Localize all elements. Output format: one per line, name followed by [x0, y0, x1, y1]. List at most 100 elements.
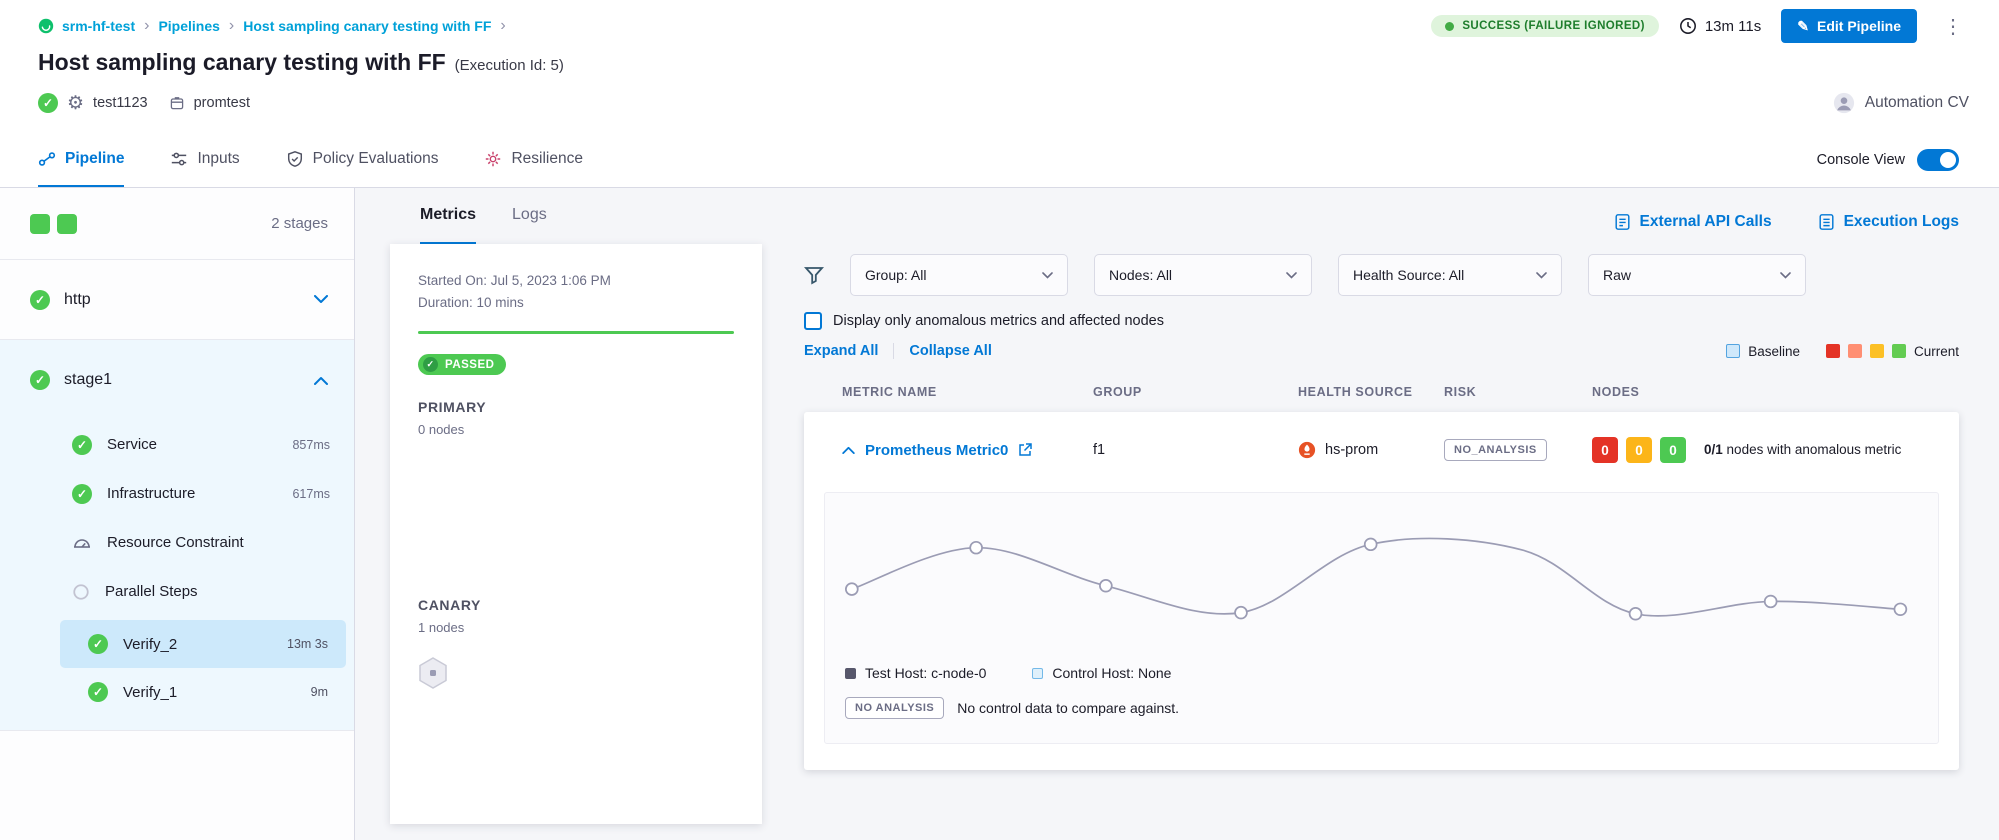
stage-status-square [57, 214, 77, 234]
anomalous-checkbox-label[interactable]: Display only anomalous metrics and affec… [833, 313, 1164, 329]
service-name[interactable]: test1123 [93, 95, 148, 111]
resilience-icon [484, 150, 502, 168]
step-service[interactable]: Service 857ms [0, 420, 354, 469]
step-verify-1[interactable]: Verify_1 9m [60, 668, 346, 716]
group-filter-dropdown[interactable]: Group: All [850, 254, 1068, 296]
triggered-by-user: Automation CV [1833, 92, 1969, 114]
edit-pipeline-button[interactable]: Edit Pipeline [1781, 9, 1917, 43]
metrics-table-header: METRIC NAME GROUP HEALTH SOURCE RISK NOD… [804, 385, 1959, 399]
user-name: Automation CV [1865, 94, 1969, 112]
stage-http[interactable]: http [0, 260, 354, 340]
canary-label: CANARY [418, 597, 734, 613]
collapse-all-link[interactable]: Collapse All [909, 343, 991, 359]
console-view-toggle[interactable] [1917, 149, 1959, 171]
stages-summary: 2 stages [0, 188, 354, 260]
current-green-swatch [1892, 344, 1906, 358]
step-parallel-steps[interactable]: Parallel Steps [0, 567, 354, 616]
body: 2 stages http stage1 [0, 188, 1999, 840]
more-options-icon[interactable] [1937, 14, 1969, 39]
primary-label: PRIMARY [418, 399, 734, 415]
nodes-filter-dropdown[interactable]: Nodes: All [1094, 254, 1312, 296]
success-check-icon [72, 484, 92, 504]
divider [893, 343, 894, 359]
step-duration: 9m [311, 685, 328, 699]
chevron-down-icon [1536, 272, 1547, 279]
metric-name-link[interactable]: Prometheus Metric0 [865, 442, 1008, 459]
page-title: Host sampling canary testing with FF [38, 49, 446, 76]
breadcrumb-separator [144, 17, 149, 35]
metric-row[interactable]: Prometheus Metric0 f1 hs-prom NO_ANALYSI… [804, 412, 1959, 488]
clock-icon [1679, 17, 1697, 35]
step-resource-constraint[interactable]: Resource Constraint [0, 518, 354, 567]
execution-summary-card: Started On: Jul 5, 2023 1:06 PM Duration… [390, 244, 762, 824]
col-risk: RISK [1444, 385, 1592, 399]
breadcrumb-pipeline-name[interactable]: Host sampling canary testing with FF [243, 18, 491, 34]
anomalous-checkbox[interactable] [804, 312, 822, 330]
step-verify-2[interactable]: Verify_2 13m 3s [60, 620, 346, 668]
health-check-icon [38, 93, 58, 113]
entity-tags-row: test1123 promtest Automation CV [38, 90, 1969, 116]
canary-node-count: 1 nodes [418, 620, 734, 635]
execution-id: (Execution Id: 5) [455, 57, 564, 74]
api-doc-icon [1614, 213, 1631, 231]
environment-icon [169, 95, 185, 111]
prometheus-icon [1298, 441, 1316, 459]
srm-module-icon [38, 18, 54, 34]
execution-logs-link[interactable]: Execution Logs [1818, 213, 1959, 231]
status-dot-icon [1445, 22, 1454, 31]
control-host-legend: Control Host: None [1032, 665, 1171, 681]
console-view-control: Console View [1817, 132, 1959, 187]
success-check-icon [88, 682, 108, 702]
metrics-content: External API Calls Execution Logs Group:… [762, 188, 1999, 840]
stage-count: 2 stages [271, 215, 328, 232]
step-infrastructure[interactable]: Infrastructure 617ms [0, 469, 354, 518]
external-link-icon[interactable] [1018, 443, 1032, 457]
node-count-green: 0 [1660, 437, 1686, 463]
node-count-red: 0 [1592, 437, 1618, 463]
header-actions: SUCCESS (FAILURE IGNORED) 13m 11s Edit P… [1431, 9, 1969, 43]
tab-logs[interactable]: Logs [512, 188, 547, 244]
canary-node-hexagon[interactable] [418, 657, 734, 694]
data-mode-dropdown[interactable]: Raw [1588, 254, 1806, 296]
current-yellow-swatch [1870, 344, 1884, 358]
external-api-calls-link[interactable]: External API Calls [1614, 213, 1772, 231]
filter-funnel-icon[interactable] [804, 265, 824, 285]
breadcrumb-pipelines[interactable]: Pipelines [158, 18, 219, 34]
metric-card: Prometheus Metric0 f1 hs-prom NO_ANALYSI… [804, 412, 1959, 770]
step-duration: 857ms [292, 438, 330, 452]
expand-all-link[interactable]: Expand All [804, 343, 878, 359]
tab-pipeline[interactable]: Pipeline [38, 132, 124, 187]
collapse-chevron-up-icon[interactable] [842, 446, 855, 454]
control-host-swatch [1032, 668, 1043, 679]
step-duration: 13m 3s [287, 637, 328, 651]
col-health-source: HEALTH SOURCE [1298, 385, 1444, 399]
environment-name[interactable]: promtest [194, 95, 250, 111]
baseline-swatch [1726, 344, 1740, 358]
started-on: Started On: Jul 5, 2023 1:06 PM [418, 270, 734, 292]
duration: Duration: 10 mins [418, 292, 734, 314]
risk-badge: NO_ANALYSIS [1444, 439, 1547, 461]
avatar [1833, 92, 1855, 114]
chevron-up-icon[interactable] [314, 376, 328, 385]
parallel-substeps: Verify_2 13m 3s Verify_1 9m [60, 620, 346, 716]
stage-stage1[interactable]: stage1 [0, 340, 354, 420]
passed-badge: PASSED [418, 354, 506, 375]
gear-icon [67, 94, 84, 113]
current-red-swatch [1826, 344, 1840, 358]
chevron-down-icon[interactable] [314, 295, 328, 304]
breadcrumb-separator [229, 17, 234, 35]
health-source-filter-dropdown[interactable]: Health Source: All [1338, 254, 1562, 296]
no-analysis-badge: NO ANALYSIS [845, 697, 944, 719]
tab-inputs[interactable]: Inputs [170, 132, 239, 187]
metric-chart-panel: Test Host: c-node-0 Control Host: None N… [824, 492, 1939, 744]
tab-resilience[interactable]: Resilience [484, 132, 583, 187]
baseline-label: Baseline [1748, 344, 1800, 359]
metric-chart[interactable] [841, 519, 1922, 647]
breadcrumb-project[interactable]: srm-hf-test [38, 18, 135, 34]
tab-policy-evaluations[interactable]: Policy Evaluations [286, 132, 439, 187]
tab-metrics[interactable]: Metrics [420, 188, 476, 244]
col-nodes: NODES [1592, 385, 1959, 399]
summary-tabs: Metrics Logs [390, 188, 762, 244]
test-host-legend: Test Host: c-node-0 [845, 665, 986, 681]
success-check-icon [30, 290, 50, 310]
